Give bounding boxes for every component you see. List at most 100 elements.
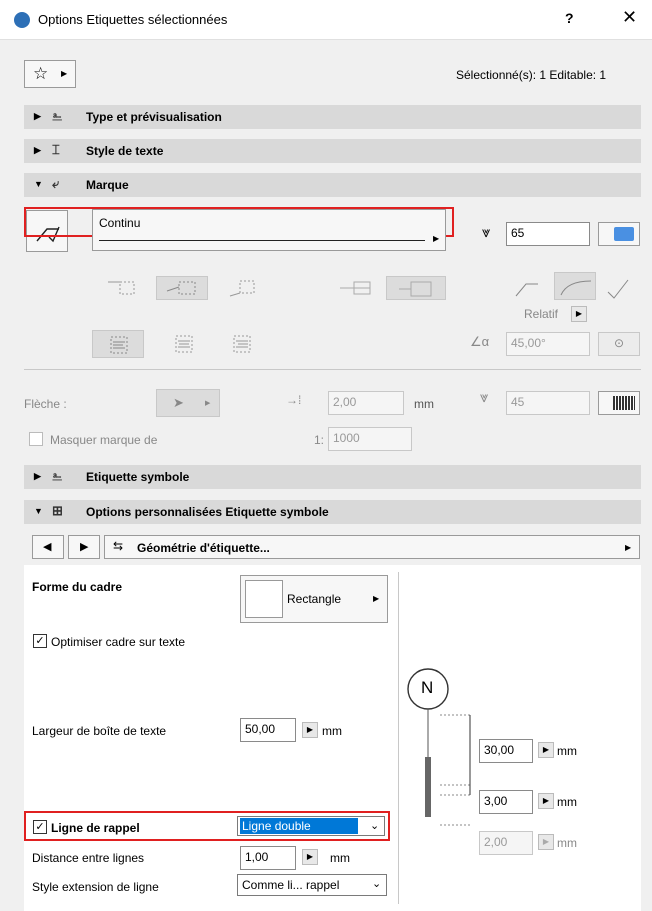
line-distance-label: Distance entre lignes: [32, 851, 145, 865]
leader-shape-1[interactable]: [512, 276, 542, 300]
anchor-icon-3[interactable]: [226, 276, 266, 300]
line-distance-unit-toggle[interactable]: ▶: [302, 849, 318, 865]
arrow-size-unit: mm: [414, 397, 434, 411]
text-box-width-unit: mm: [322, 724, 342, 738]
nav-prev-button[interactable]: ◀: [32, 535, 64, 559]
arrow-size-input[interactable]: 2,00: [328, 391, 404, 415]
collapse-arrow-icon: ▼: [34, 179, 43, 189]
section-marque[interactable]: ▼ ⤶ Marque: [24, 173, 641, 197]
dim1-unit-toggle[interactable]: ▶: [538, 742, 554, 758]
geometry-icon: ⇆: [113, 539, 124, 553]
text-box-width-unit-toggle[interactable]: ▶: [302, 722, 318, 738]
anchor-middle-icon: [166, 281, 196, 295]
extension-style-select[interactable]: Comme li... rappel ⌄: [237, 874, 387, 896]
dim2-unit-toggle[interactable]: ▶: [538, 793, 554, 809]
expand-arrow-icon: ▶: [34, 471, 41, 481]
arrow-pattern-button[interactable]: [598, 391, 640, 415]
leader-label: Ligne de rappel: [51, 821, 140, 835]
dim2-input[interactable]: 3,00: [479, 790, 533, 814]
line-distance-input[interactable]: 1,00: [240, 846, 296, 870]
chevron-right-icon: ▶: [373, 594, 380, 603]
arrow-size-icon: →⁞: [286, 393, 302, 407]
align-center-button[interactable]: [166, 330, 206, 358]
geometry-label: Géométrie d'étiquette...: [137, 541, 270, 555]
chevron-right-icon: ▶: [61, 69, 68, 78]
frame-shape-value: Rectangle: [287, 592, 342, 606]
arrow-pen-input[interactable]: 45: [506, 391, 590, 415]
triangle-left-icon: ◀: [43, 541, 52, 553]
favorites-button[interactable]: ☆ ▶: [24, 60, 76, 88]
dim1-input[interactable]: 30,00: [479, 739, 533, 763]
chevron-right-icon: ▶: [433, 234, 440, 243]
help-button[interactable]: ?: [565, 10, 574, 26]
close-button[interactable]: ✕: [622, 7, 637, 28]
align-left-icon: [110, 336, 128, 354]
align-center-icon: [175, 335, 193, 353]
panel-divider: [398, 572, 399, 904]
leader-check-icon: [607, 279, 629, 299]
optimize-label: Optimiser cadre sur texte: [51, 635, 186, 649]
nav-next-button[interactable]: ▶: [68, 535, 100, 559]
anchor-icon-5[interactable]: [386, 276, 446, 300]
chevron-down-icon: ⌄: [372, 878, 382, 890]
line-type-selector[interactable]: Continu ▶: [92, 209, 446, 251]
custom-options-icon: ⊞: [52, 503, 63, 518]
frame-shape-label: Forme du cadre: [32, 580, 123, 594]
anchor-icon-1[interactable]: [104, 276, 144, 300]
hide-marker-label: Masquer marque de: [50, 433, 158, 447]
leader-preview-diagram: [407, 668, 471, 826]
anchor-top-left-icon: [108, 281, 135, 295]
align-right-icon: [233, 335, 251, 353]
symbol-label-icon: ⎁: [52, 468, 63, 483]
pen-number-input[interactable]: 65: [506, 222, 590, 246]
leader-type-select[interactable]: Ligne double ⌄: [237, 816, 385, 836]
pen-color-button[interactable]: [598, 222, 640, 246]
separator: [24, 369, 641, 370]
leader-shape-3[interactable]: [604, 276, 634, 300]
title-bar: Options Etiquettes sélectionnées ? ✕: [0, 0, 652, 40]
anchor-bottom-icon: [229, 280, 255, 297]
anchor-icon-4[interactable]: [336, 276, 376, 300]
dim3-input[interactable]: 2,00: [479, 831, 533, 855]
dim3-unit-toggle[interactable]: ▶: [538, 834, 554, 850]
scale-input[interactable]: 1000: [328, 427, 412, 451]
align-left-button[interactable]: [92, 330, 144, 358]
section-options[interactable]: ▼ ⊞ Options personnalisées Etiquette sym…: [24, 500, 641, 524]
relatif-toggle[interactable]: ▶: [571, 306, 587, 322]
leader-type-value: Ligne double: [240, 818, 358, 834]
app-icon: [14, 12, 30, 28]
angle-input[interactable]: 45,00°: [506, 332, 590, 356]
align-right-button[interactable]: [228, 330, 268, 358]
pointer-icon: ⤶: [52, 176, 60, 191]
frame-shape-button[interactable]: Rectangle ▶: [240, 575, 388, 623]
anchor-full-icon: [399, 281, 432, 297]
pattern-swatch: [613, 396, 635, 410]
chevron-right-icon: ▶: [625, 543, 632, 552]
geometry-page-selector[interactable]: ⇆ Géométrie d'étiquette... ▶: [104, 535, 640, 559]
pen-icon: ⩔: [482, 224, 491, 241]
text-box-width-input[interactable]: 50,00: [240, 718, 296, 742]
anchor-icon-2[interactable]: [156, 276, 208, 300]
line-type-label: Continu: [99, 216, 141, 230]
hide-marker-checkbox[interactable]: [29, 432, 43, 446]
rectangle-icon: [245, 580, 283, 618]
relatif-label: Relatif: [524, 307, 559, 321]
dim1-unit: mm: [557, 744, 577, 758]
text-style-icon: ⌶: [52, 142, 60, 157]
leader-checkbox[interactable]: ✓: [33, 820, 47, 834]
arrow-type-button[interactable]: ➤ ▶: [156, 389, 220, 417]
line-distance-unit: mm: [330, 851, 350, 865]
angle-lock-button[interactable]: ⊙: [598, 332, 640, 356]
star-icon: ☆: [33, 64, 49, 83]
section-etiquette[interactable]: ▶ ⎁ Etiquette symbole: [24, 465, 641, 489]
chevron-right-icon: ▶: [205, 400, 211, 407]
optimize-checkbox[interactable]: ✓: [33, 634, 47, 648]
leader-shape-2[interactable]: [554, 272, 596, 300]
angle-icon: ∠α: [470, 334, 490, 349]
arrow-label: Flèche :: [24, 397, 67, 411]
section-style[interactable]: ▶ ⌶ Style de texte: [24, 139, 641, 163]
section-type[interactable]: ▶ ⎁ Type et prévisualisation: [24, 105, 641, 129]
dim3-unit: mm: [557, 836, 577, 850]
selection-status: Sélectionné(s): 1 Editable: 1: [456, 68, 607, 82]
window-title: Options Etiquettes sélectionnées: [38, 12, 228, 27]
